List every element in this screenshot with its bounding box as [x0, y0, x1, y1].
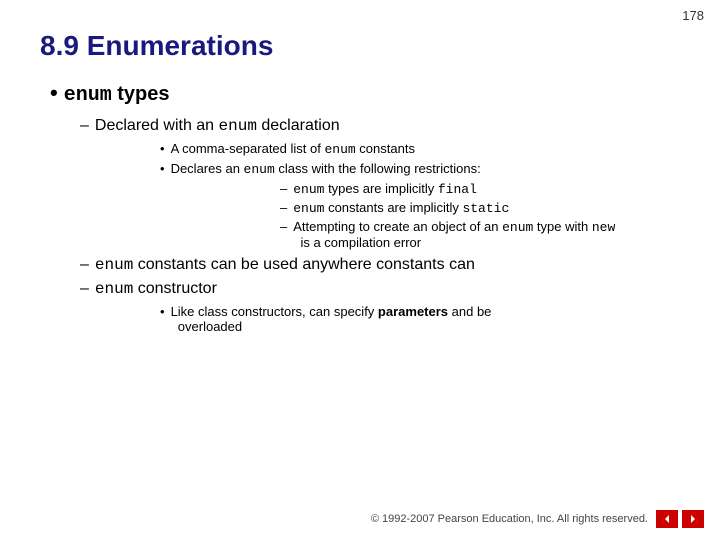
level2-constructors-text: Like class constructors, can specify par…: [171, 304, 492, 334]
prev-button[interactable]: [656, 510, 678, 528]
nav-buttons[interactable]: [656, 510, 704, 528]
level3-dash-static: – enum constants are implicitly static: [280, 200, 680, 216]
level1-constructor-text: enum constructor: [95, 280, 217, 298]
main-bullet-text: enum types: [64, 83, 170, 107]
level3-final-text: enum types are implicitly final: [293, 181, 477, 197]
main-bullet-symbol: •: [50, 80, 58, 106]
dash-icon3b: –: [280, 200, 287, 215]
level3-static-text: enum constants are implicitly static: [293, 200, 509, 216]
level3-compilation-error: – Attempting to create an object of an e…: [280, 219, 680, 250]
level2-comma-separated: • A comma-separated list of enum constan…: [160, 141, 680, 157]
dash-icon3a: –: [280, 181, 287, 196]
small-bullet-icon: •: [160, 141, 165, 156]
level3-dash-final: – enum types are implicitly final: [280, 181, 680, 197]
main-bullet-enum-types: • enum types: [50, 80, 680, 107]
level1-declared-text: Declared with an enum declaration: [95, 117, 340, 135]
footer: © 1992-2007 Pearson Education, Inc. All …: [371, 510, 704, 528]
level1-dash-constants: – enum constants can be used anywhere co…: [80, 256, 680, 274]
level2-comma-text: A comma-separated list of enum constants: [171, 141, 415, 157]
dash-icon3c: –: [280, 219, 287, 234]
level2-declares-text: Declares an enum class with the followin…: [171, 161, 481, 177]
slide-title: 8.9 Enumerations: [40, 30, 680, 62]
level1-constants-text: enum constants can be used anywhere cons…: [95, 256, 475, 274]
dash-icon-constants: –: [80, 256, 89, 274]
small-bullet-icon2: •: [160, 161, 165, 176]
level2-bullet-comma: • A comma-separated list of enum constan…: [160, 141, 680, 157]
page-number: 178: [682, 8, 704, 23]
level3-dash-compilation: – Attempting to create an object of an e…: [280, 219, 680, 250]
level3-final: – enum types are implicitly final: [280, 181, 680, 197]
level3-compilation-text: Attempting to create an object of an enu…: [293, 219, 615, 250]
small-bullet-icon3: •: [160, 304, 165, 319]
level1-enum-constructor: – enum constructor • Like class construc…: [80, 280, 680, 334]
copyright-text: © 1992-2007 Pearson Education, Inc. All …: [371, 513, 648, 525]
level2-like-class-constructors: • Like class constructors, can specify p…: [160, 304, 680, 334]
dash-icon: –: [80, 117, 89, 135]
next-button[interactable]: [682, 510, 704, 528]
level1-dash-constructor: – enum constructor: [80, 280, 680, 298]
level2-bullet-constructors: • Like class constructors, can specify p…: [160, 304, 680, 334]
level1-declared: – Declared with an enum declaration • A …: [80, 117, 680, 250]
level2-bullet-declares: • Declares an enum class with the follow…: [160, 161, 680, 177]
level1-dash-declared: – Declared with an enum declaration: [80, 117, 680, 135]
level2-declares-enum-class: • Declares an enum class with the follow…: [160, 161, 680, 250]
level1-enum-constants: – enum constants can be used anywhere co…: [80, 256, 680, 274]
dash-icon-constructor: –: [80, 280, 89, 298]
level3-static: – enum constants are implicitly static: [280, 200, 680, 216]
